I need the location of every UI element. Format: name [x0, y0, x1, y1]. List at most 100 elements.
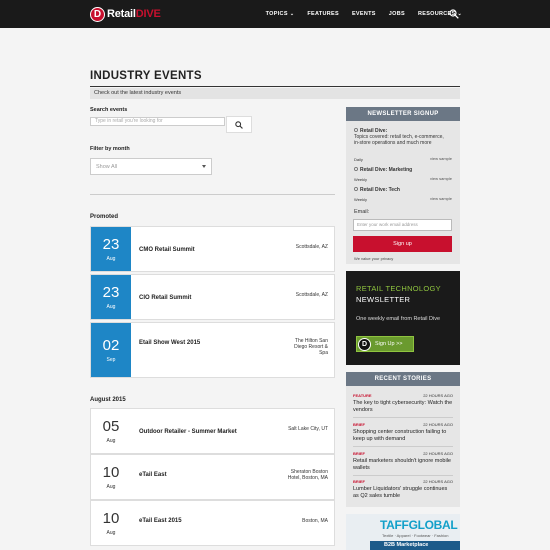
nav-events-label: EVENTS [351, 11, 376, 17]
chevron-down-icon: ⌄ [289, 11, 295, 17]
event-day: 23 [102, 283, 120, 301]
checkbox-icon[interactable] [354, 167, 358, 171]
main-nav: TOPICS ⌄ FEATURES EVENTS JOBS RESOURCES ⌄ [253, 0, 462, 28]
divider [90, 194, 335, 195]
event-month: Aug [106, 529, 116, 536]
search-input[interactable]: Type in retail you're looking for [90, 117, 225, 126]
view-sample-link[interactable]: view sample [430, 196, 452, 201]
newsletter-option-name: Retail Dive: Marketing [360, 167, 413, 173]
event-name[interactable]: Outdoor Retailer - Summer Market [139, 429, 237, 435]
top-nav-bar: D RetailDIVE TOPICS ⌄ FEATURES EVENTS JOB… [0, 0, 550, 28]
logo-text-main: Retail [107, 8, 136, 20]
search-icon[interactable] [449, 9, 459, 19]
ad-signup-button[interactable]: D Sign Up >> [356, 336, 414, 352]
logo-mark-icon: D [358, 337, 371, 351]
newsletter-frequency: Daily [354, 157, 363, 162]
promoted-event-row[interactable]: 23 Aug CMO Retail Summit Scottsdale, AZ [90, 226, 335, 272]
view-sample-link[interactable]: view sample [430, 156, 452, 161]
story-title[interactable]: The key to tight cybersecurity: Watch th… [353, 400, 453, 414]
signup-button[interactable]: Sign up [353, 236, 452, 252]
privacy-link[interactable]: We value your privacy [354, 256, 393, 261]
event-date: 05 Aug [91, 409, 131, 453]
divider [353, 475, 453, 476]
story-title[interactable]: Lumber Liquidators' struggle continues a… [353, 486, 453, 500]
recent-stories-heading: RECENT STORIES [346, 372, 460, 386]
event-row[interactable]: 05 Aug Outdoor Retailer - Summer Market … [90, 408, 335, 454]
logo-mark: D [90, 6, 105, 22]
story-time: 22 HOURS AGO [423, 393, 453, 398]
promoted-heading: Promoted [90, 214, 119, 220]
story-time: 22 HOURS AGO [423, 451, 453, 456]
event-name[interactable]: Etail Show West 2015 [139, 340, 200, 346]
search-button[interactable] [226, 116, 252, 133]
logo[interactable]: D RetailDIVE [90, 6, 161, 22]
divider [353, 446, 453, 447]
month-heading: August 2015 [90, 397, 126, 403]
story-title[interactable]: Retail marketers shouldn't ignore mobile… [353, 458, 453, 472]
nav-jobs-label: JOBS [388, 11, 405, 17]
month-filter-select[interactable]: Show All [90, 158, 212, 175]
event-location: The Hilton San Diego Resort & Spa [294, 338, 328, 356]
ad-text: One weekly email from Retail Dive [356, 316, 441, 322]
story-type: FEATURE [353, 393, 372, 398]
checkbox-icon[interactable] [354, 128, 358, 132]
event-date: 10 Aug [91, 455, 131, 499]
event-month: Aug [106, 437, 116, 444]
nav-features[interactable]: FEATURES [307, 11, 339, 17]
event-month: Aug [106, 483, 116, 490]
event-location: Scottsdale, AZ [295, 244, 328, 250]
event-name[interactable]: eTail East [139, 472, 167, 478]
story-meta: BRIEF 22 HOURS AGO [353, 422, 453, 427]
nav-topics[interactable]: TOPICS ⌄ [266, 11, 295, 17]
event-date: 23 Aug [91, 275, 131, 319]
event-name[interactable]: CIO Retail Summit [139, 295, 191, 301]
page-title: INDUSTRY EVENTS [90, 70, 202, 82]
story-type: BRIEF [353, 422, 365, 427]
newsletter-option[interactable]: Retail Dive: Marketing [354, 167, 449, 173]
email-label: Email: [354, 209, 370, 215]
filter-label: Filter by month [90, 146, 130, 152]
newsletter-option[interactable]: Retail Dive: Tech [354, 187, 449, 193]
logo-text-accent: DIVE [135, 8, 161, 20]
newsletter-option-desc: Topics covered: retail tech, e-commerce,… [354, 134, 444, 146]
email-field[interactable]: Enter your work email address [353, 219, 452, 231]
nav-jobs[interactable]: JOBS [389, 11, 405, 17]
month-filter-value: Show All [96, 163, 118, 170]
event-day: 02 [102, 336, 120, 354]
view-sample-link[interactable]: view sample [430, 176, 452, 181]
event-location: Salt Lake City, UT [288, 426, 328, 432]
story-meta: FEATURE 22 HOURS AGO [353, 393, 453, 398]
title-divider [90, 86, 460, 87]
story-title[interactable]: Shopping center construction failing to … [353, 429, 453, 443]
event-location: Boston, MA [302, 518, 328, 524]
event-row[interactable]: 10 Aug eTail East Sheraton Boston Hotel,… [90, 454, 335, 500]
ad-title-2: NEWSLETTER [356, 295, 411, 304]
event-day: 10 [102, 509, 120, 527]
event-date: 23 Aug [91, 227, 131, 271]
nav-events[interactable]: EVENTS [352, 11, 376, 17]
ad-title: RETAIL TECHNOLOGY [356, 284, 441, 293]
event-month: Aug [106, 255, 116, 262]
story-type: BRIEF [353, 451, 365, 456]
event-month: Aug [106, 303, 116, 310]
search-label: Search events [90, 107, 128, 113]
logo-text: RetailDIVE [107, 8, 161, 20]
event-day: 23 [102, 235, 120, 253]
search-icon [235, 120, 243, 129]
event-location: Sheraton Boston Hotel, Boston, MA [287, 469, 328, 481]
page-subtitle: Check out the latest industry events [94, 90, 182, 96]
promoted-event-row[interactable]: 23 Aug CIO Retail Summit Scottsdale, AZ [90, 274, 335, 320]
promoted-event-row[interactable]: 02 Sep Etail Show West 2015 The Hilton S… [90, 322, 335, 378]
event-day: 05 [102, 417, 120, 435]
nav-features-label: FEATURES [307, 11, 339, 17]
event-row[interactable]: 10 Aug eTail East 2015 Boston, MA [90, 500, 335, 546]
event-name[interactable]: CMO Retail Summit [139, 247, 195, 253]
newsletter-option[interactable]: Retail Dive: Topics covered: retail tech… [354, 128, 449, 146]
caret-down-icon [202, 165, 206, 168]
event-date: 02 Sep [91, 323, 131, 377]
nav-topics-label: TOPICS [265, 11, 288, 17]
story-meta: BRIEF 22 HOURS AGO [353, 479, 453, 484]
checkbox-icon[interactable] [354, 187, 358, 191]
event-name[interactable]: eTail East 2015 [139, 518, 182, 524]
divider [353, 417, 453, 418]
